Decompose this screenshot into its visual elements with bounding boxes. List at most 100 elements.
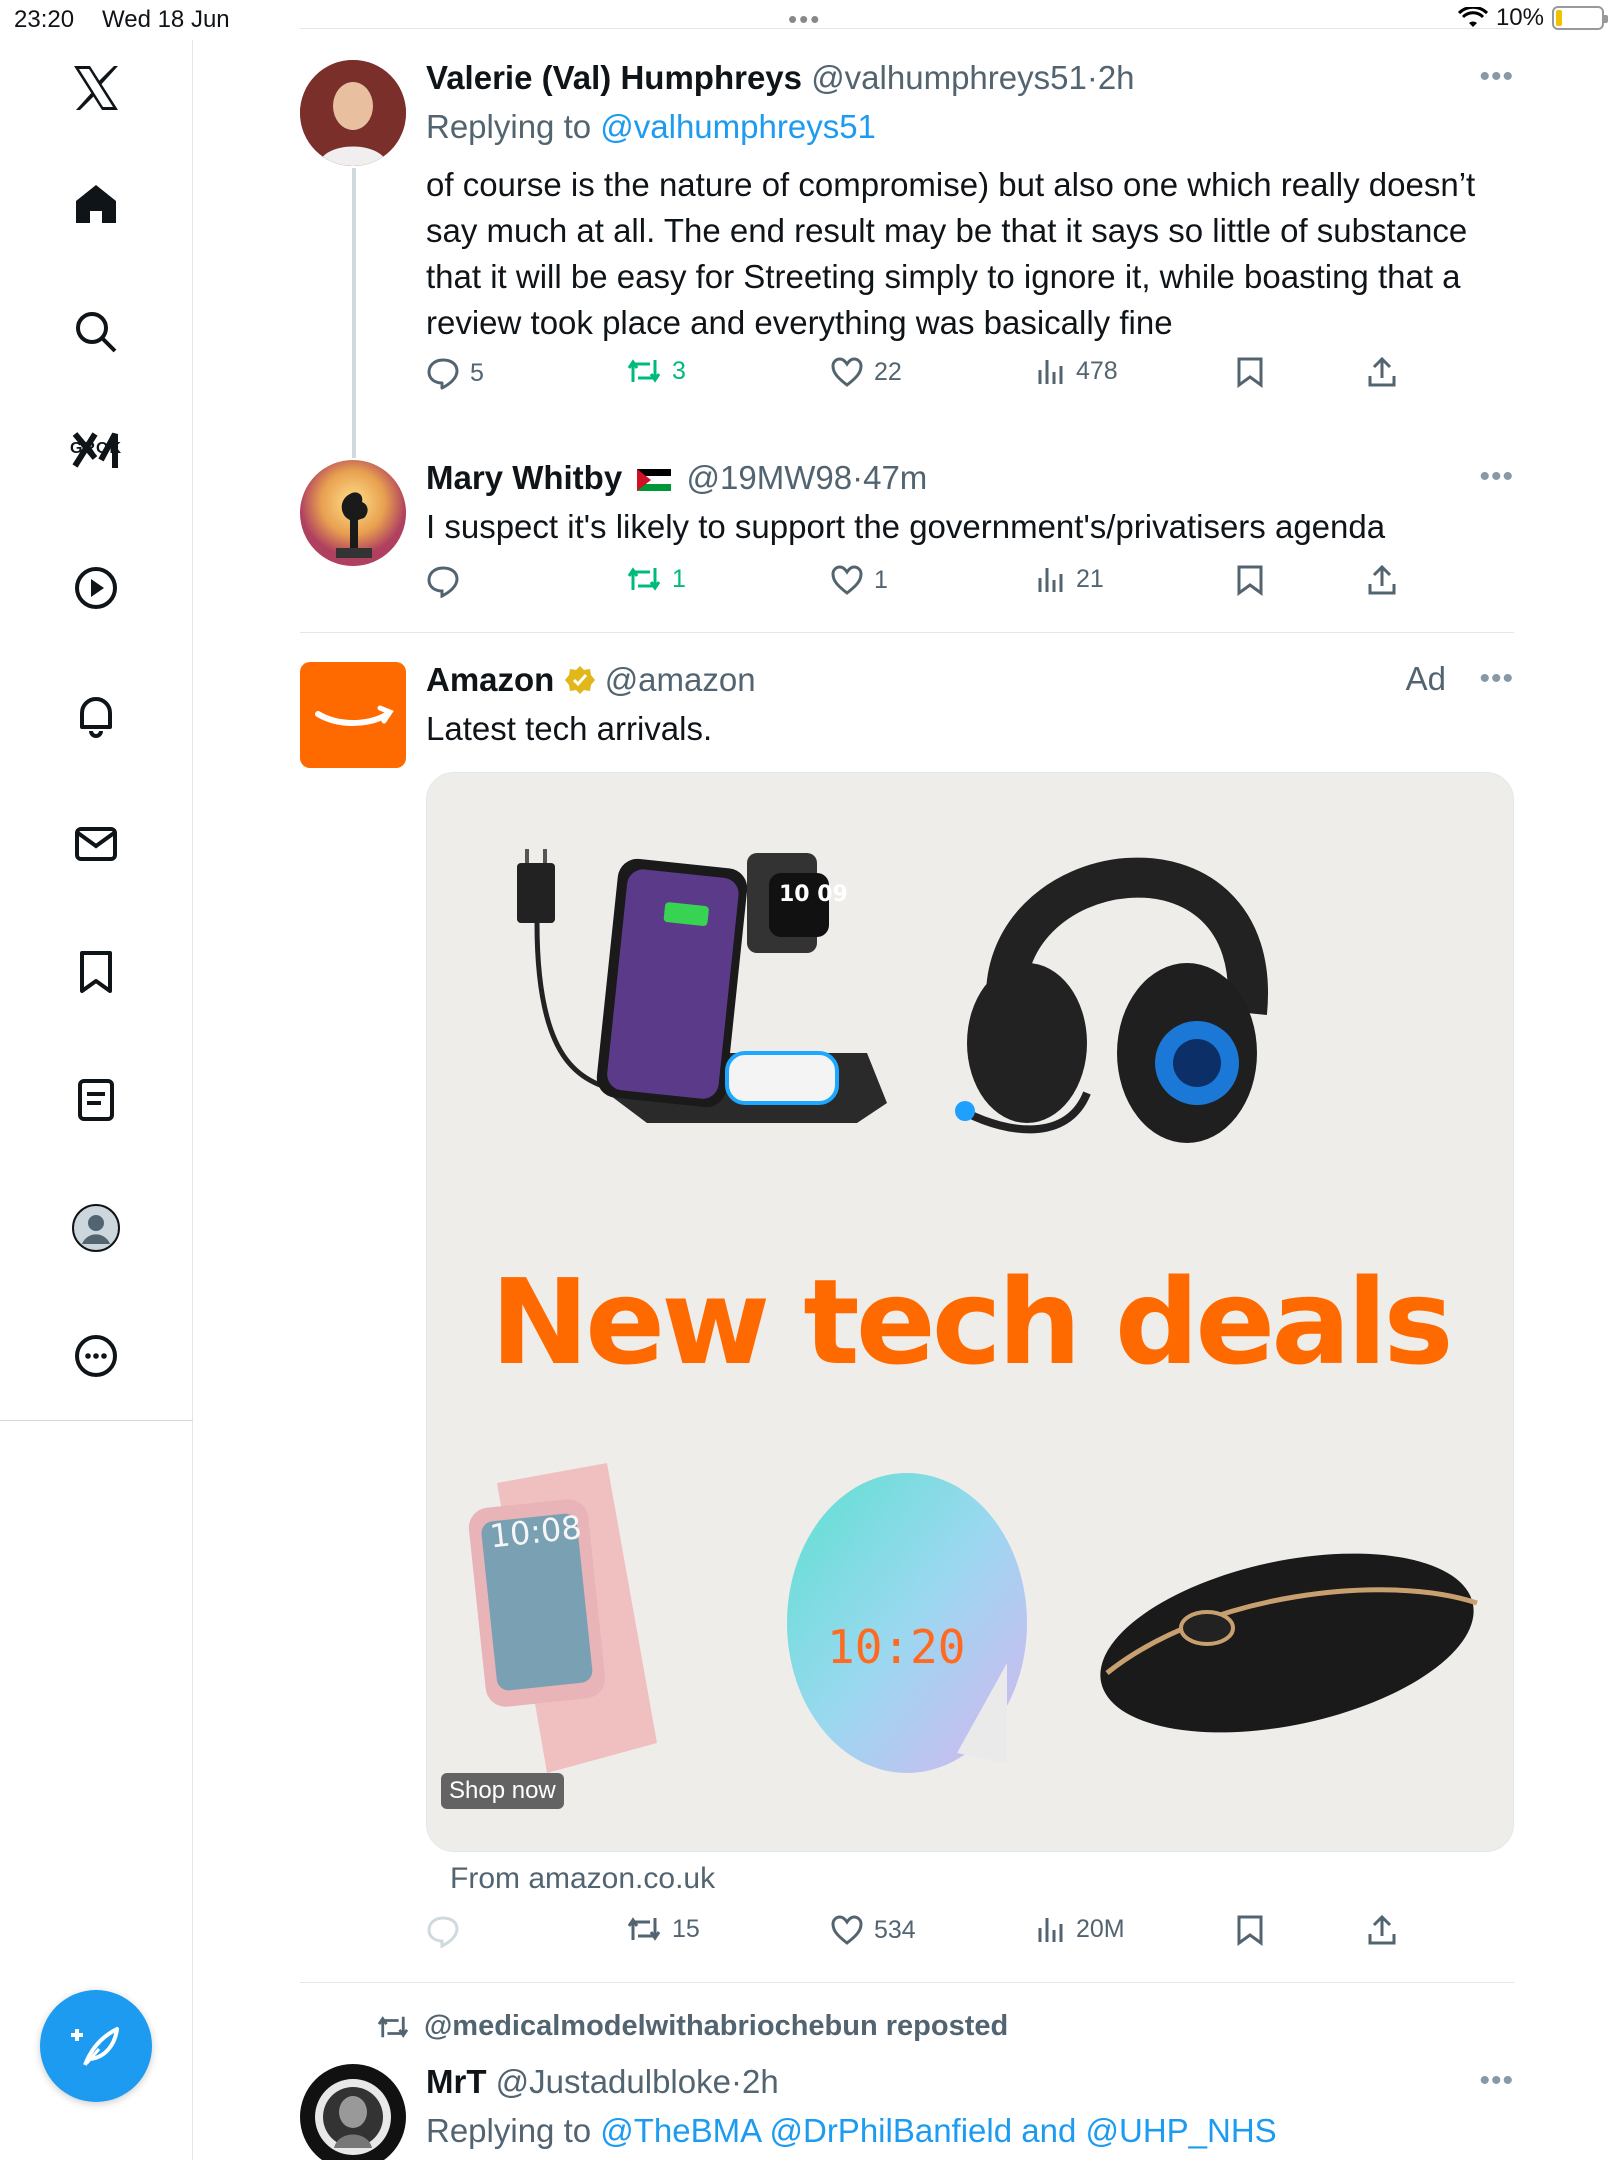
avatar[interactable] (300, 460, 406, 566)
reply-button[interactable] (426, 564, 470, 598)
verified-badge-icon (564, 666, 595, 694)
avatar[interactable] (300, 60, 406, 166)
more-options-icon[interactable]: ••• (1479, 662, 1514, 696)
replying-to-link[interactable]: @valhumphreys51 (600, 108, 876, 145)
author-name[interactable]: Valerie (Val) Humphreys (426, 59, 802, 96)
mouse-image (1100, 1553, 1478, 1733)
play-icon[interactable] (68, 560, 124, 616)
share-icon (1368, 356, 1396, 387)
status-time: 23:20 (14, 6, 75, 33)
views-button[interactable]: 20M (1036, 1914, 1125, 1944)
timeline-top-border (300, 28, 1514, 29)
x-logo-icon[interactable] (68, 60, 124, 116)
more-circle-icon[interactable] (68, 1328, 124, 1384)
share-button[interactable] (1366, 356, 1398, 388)
author-name[interactable]: Amazon (426, 661, 554, 698)
more-options-icon[interactable]: ••• (1479, 60, 1514, 94)
repost-button[interactable]: 15 (626, 1914, 700, 1944)
repost-icon (377, 2015, 409, 2038)
replying-prefix: Replying to (426, 2112, 601, 2149)
multitasking-dots-icon[interactable]: ••• (788, 4, 821, 35)
tweet-divider (300, 632, 1514, 633)
author-name[interactable]: Mary Whitby (426, 459, 622, 496)
like-button[interactable]: 534 (830, 1914, 916, 1946)
replying-to-link[interactable]: @TheBMA @DrPhilBanfield and @UHP_NHS (600, 2112, 1276, 2149)
views-count: 20M (1076, 1914, 1125, 1943)
reposted-by[interactable]: @medicalmodelwithabriochebun reposted (424, 2010, 1008, 2043)
ad-image-card[interactable]: 10 09 New tech deals 10:08 10:20 Shop no… (426, 772, 1514, 1852)
like-button[interactable]: 22 (830, 356, 902, 388)
tweet-text: of course is the nature of compromise) b… (426, 166, 1476, 341)
bell-icon[interactable] (68, 688, 124, 744)
reply-icon (427, 566, 459, 598)
repost-button[interactable]: 3 (626, 356, 686, 386)
compose-feather-icon (71, 2027, 119, 2066)
tweet-time[interactable]: 2h (1098, 59, 1135, 96)
sunrise-alarm-clock-image: 10:20 (787, 1473, 1027, 1773)
home-icon[interactable] (68, 176, 124, 232)
author-handle[interactable]: @valhumphreys51 (811, 59, 1087, 96)
list-icon[interactable] (68, 1072, 124, 1128)
pink-smartwatch-image: 10:08 (468, 1463, 657, 1773)
author-handle[interactable]: @amazon (605, 661, 756, 698)
reply-icon (427, 358, 459, 390)
reply-button[interactable] (426, 1914, 470, 1948)
share-button[interactable] (1366, 1914, 1398, 1946)
author-handle[interactable]: @Justadulbloke (496, 2063, 731, 2100)
ad-label: Ad (1405, 660, 1446, 697)
avatar[interactable] (300, 2064, 406, 2160)
views-icon (1038, 568, 1063, 592)
repost-context: @medicalmodelwithabriochebun reposted (376, 2010, 1008, 2043)
repost-icon (627, 1917, 661, 1941)
clock-time: 10:20 (827, 1620, 965, 1674)
views-button[interactable]: 478 (1036, 356, 1118, 386)
heart-icon (831, 357, 863, 387)
tweet-divider (300, 1982, 1514, 1983)
repost-icon (627, 567, 661, 591)
charging-stand-image: 10 09 (517, 849, 887, 1123)
mail-icon[interactable] (68, 816, 124, 872)
tweet-valerie[interactable]: Valerie (Val) Humphreys @valhumphreys51·… (300, 56, 1514, 416)
reply-button[interactable]: 5 (426, 356, 484, 390)
views-button[interactable]: 21 (1036, 564, 1104, 594)
repost-count: 3 (672, 356, 686, 385)
author-name[interactable]: MrT (426, 2063, 487, 2100)
search-icon[interactable] (68, 304, 124, 360)
bookmark-button[interactable] (1236, 356, 1264, 388)
battery-icon (1552, 6, 1608, 30)
status-bar: 23:20 Wed 18 Jun ••• 10% (0, 0, 1620, 40)
tweet-time[interactable]: 2h (742, 2063, 779, 2100)
tweet-mrt[interactable]: @medicalmodelwithabriochebun reposted Mr… (300, 2010, 1514, 2160)
ad-headline: New tech deals (490, 1253, 1453, 1391)
like-count: 534 (874, 1915, 916, 1944)
repost-count: 1 (672, 564, 686, 593)
replying-prefix: Replying to (426, 108, 601, 145)
repost-count: 15 (672, 1914, 700, 1943)
tweet-mary[interactable]: Mary Whitby @19MW98·47m I suspect it's l… (300, 456, 1514, 616)
share-icon (1368, 1914, 1396, 1945)
reply-icon (427, 1916, 459, 1948)
more-options-icon[interactable]: ••• (1479, 2064, 1514, 2098)
author-handle[interactable]: @19MW98 (687, 459, 853, 496)
ad-source[interactable]: From amazon.co.uk (450, 1862, 715, 1896)
tweet-time[interactable]: 47m (863, 459, 927, 496)
compose-button[interactable] (40, 1990, 152, 2102)
palestine-flag-icon (637, 469, 672, 491)
wifi-icon (1457, 7, 1488, 27)
bookmark-icon (1237, 357, 1263, 388)
views-icon (1038, 360, 1063, 384)
bookmark-button[interactable] (1236, 1914, 1264, 1946)
more-options-icon[interactable]: ••• (1479, 460, 1514, 494)
amazon-logo-icon[interactable] (300, 662, 406, 768)
share-button[interactable] (1366, 564, 1398, 596)
like-button[interactable]: 1 (830, 564, 888, 596)
reply-count: 5 (470, 358, 484, 387)
shop-now-button[interactable]: Shop now (441, 1773, 564, 1809)
repost-button[interactable]: 1 (626, 564, 686, 594)
profile-icon[interactable] (68, 1200, 124, 1256)
bookmark-icon[interactable] (68, 944, 124, 1000)
views-count: 478 (1076, 356, 1118, 385)
heart-icon (831, 1915, 863, 1945)
bookmark-button[interactable] (1236, 564, 1264, 596)
grok-label: GROK (70, 440, 122, 457)
